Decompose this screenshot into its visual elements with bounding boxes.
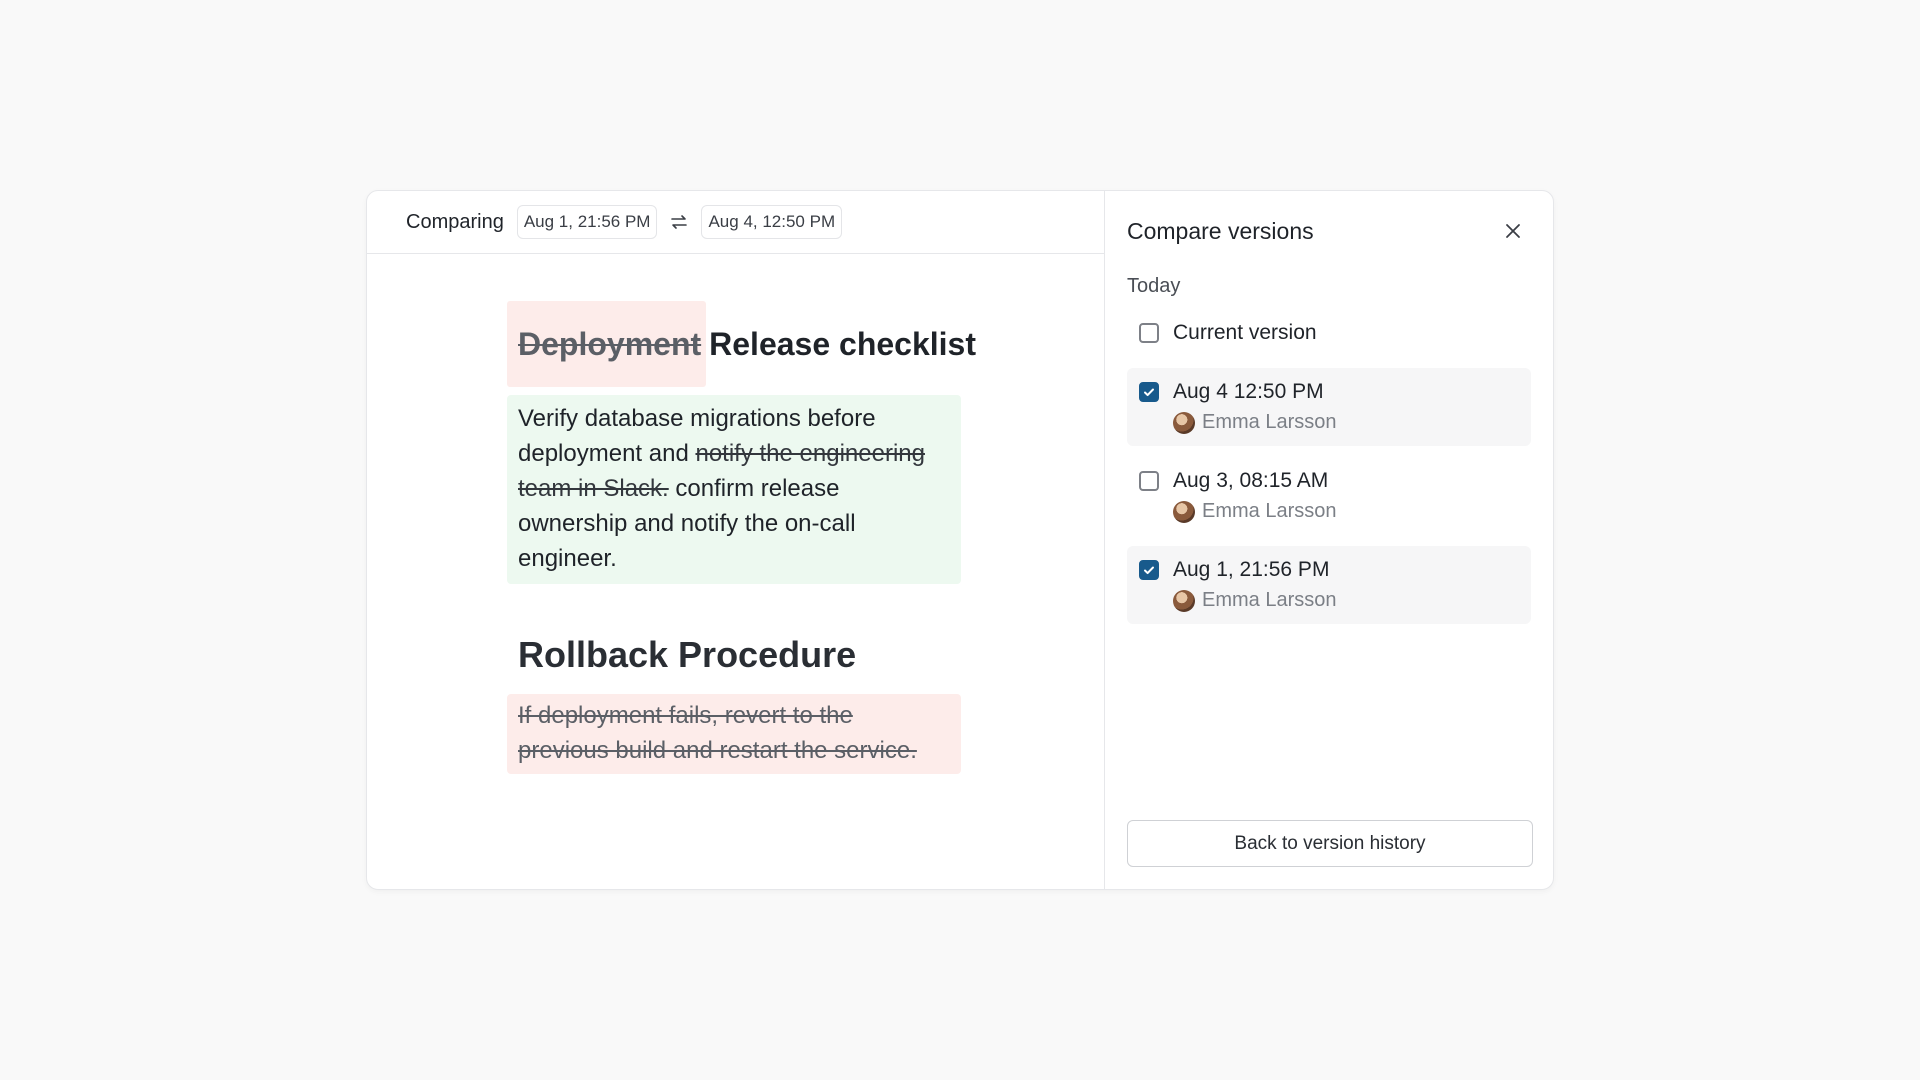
- from-date-chip[interactable]: Aug 1, 21:56 PM: [516, 205, 658, 239]
- version-list: Current version Aug 4 12:50 PM Emma Lars…: [1127, 309, 1531, 624]
- avatar: [1173, 500, 1195, 523]
- group-label-today: Today: [1127, 275, 1181, 297]
- rollback-heading: Rollback Procedure: [518, 634, 857, 675]
- author-name: Emma Larsson: [1202, 500, 1337, 522]
- version-checkbox[interactable]: [1139, 323, 1159, 343]
- title-deleted-text: Deployment: [507, 301, 707, 387]
- panel-header: Compare versions: [1127, 191, 1531, 271]
- version-label: Aug 1, 21:56 PM: [1173, 558, 1330, 581]
- versions-panel: Compare versions Today Current version A…: [1105, 191, 1553, 889]
- document-title: Deployment Release checklist: [507, 301, 977, 387]
- deleted-paragraph: If deployment fails, revert to the previ…: [507, 694, 961, 774]
- version-author: Emma Larsson: [1173, 411, 1337, 434]
- version-label: Aug 4 12:50 PM: [1173, 380, 1324, 403]
- document-body: Deployment Release checklist Verify data…: [507, 301, 977, 774]
- changed-paragraph: Verify database migrations before deploy…: [507, 395, 961, 584]
- version-label: Aug 3, 08:15 AM: [1173, 469, 1329, 492]
- version-checkbox[interactable]: [1139, 382, 1159, 402]
- version-author: Emma Larsson: [1173, 500, 1337, 523]
- version-item[interactable]: Aug 3, 08:15 AM Emma Larsson: [1127, 457, 1531, 535]
- version-checkbox[interactable]: [1139, 560, 1159, 580]
- checkmark-icon: [1144, 566, 1154, 575]
- back-to-history-button[interactable]: Back to version history: [1127, 820, 1533, 867]
- comparing-label: Comparing: [406, 210, 504, 233]
- version-item[interactable]: Aug 4 12:50 PM Emma Larsson: [1127, 368, 1531, 446]
- version-item-current[interactable]: Current version: [1127, 309, 1531, 357]
- version-item[interactable]: Aug 1, 21:56 PM Emma Larsson: [1127, 546, 1531, 624]
- swap-arrows-icon[interactable]: [657, 212, 701, 232]
- avatar: [1173, 589, 1195, 612]
- compare-versions-dialog: Comparing Aug 1, 21:56 PM Aug 4, 12:50 P…: [366, 190, 1554, 890]
- close-icon[interactable]: [1495, 213, 1531, 249]
- avatar: [1173, 411, 1195, 434]
- version-checkbox[interactable]: [1139, 471, 1159, 491]
- author-name: Emma Larsson: [1202, 589, 1337, 611]
- to-date-chip[interactable]: Aug 4, 12:50 PM: [701, 205, 843, 239]
- version-label: Current version: [1173, 321, 1317, 344]
- panel-title: Compare versions: [1127, 217, 1314, 244]
- checkmark-icon: [1144, 388, 1154, 397]
- title-inserted-text: Release checklist: [709, 325, 976, 362]
- version-author: Emma Larsson: [1173, 589, 1337, 612]
- author-name: Emma Larsson: [1202, 411, 1337, 433]
- compare-bar: Comparing Aug 1, 21:56 PM Aug 4, 12:50 P…: [367, 191, 1104, 254]
- document-pane: Comparing Aug 1, 21:56 PM Aug 4, 12:50 P…: [367, 191, 1105, 889]
